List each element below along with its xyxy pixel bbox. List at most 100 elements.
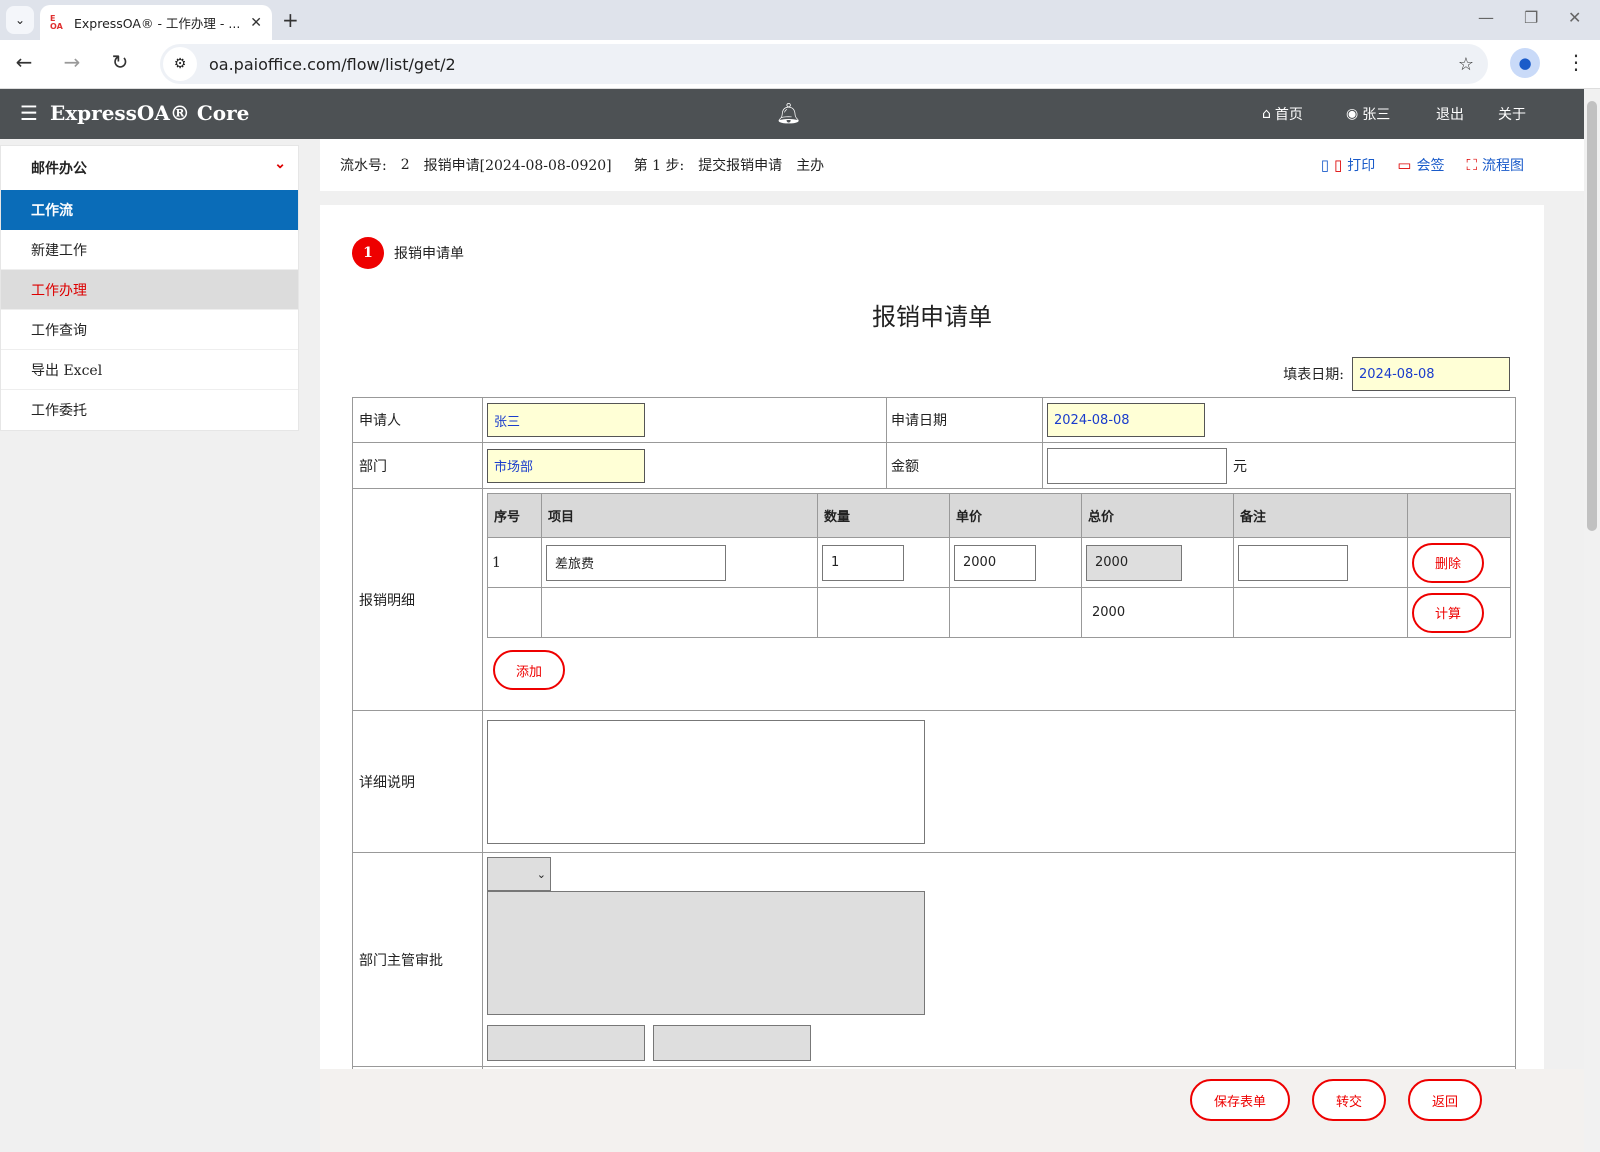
sidebar: 邮件办公 ⌄ 工作流 新建工作 工作办理 工作查询 导出 Excel 工作委托 [0,139,320,1152]
home-icon: ⌂ [1262,106,1271,122]
flowchart-icon: ⛶ [1466,156,1477,174]
approve-date-field [653,1025,811,1061]
col-header-no: 序号 [487,493,542,538]
step-title: 报销申请单 [394,246,464,262]
print-button[interactable]: ▯ ▯ 打印 [1321,155,1376,175]
content-area: 流水号: 2 报销申请[2024-08-08-0920] 第 1 步: 提交报销… [320,139,1584,1152]
nav-logout[interactable]: 退出 [1436,104,1464,124]
nav-home[interactable]: ⌂ 首页 [1262,104,1303,124]
detail-table: 序号 项目 数量 单价 总价 备注 1 差旅费 1 2000 2000 删除 2… [487,493,1511,638]
bookmark-star-icon[interactable]: ☆ [1458,54,1474,75]
back-arrow-icon[interactable]: ← [10,50,38,74]
close-window-icon[interactable]: ✕ [1568,8,1581,27]
role-label: 主办 [796,158,825,174]
sidebar-item-export-excel[interactable]: 导出 Excel [1,350,298,390]
qty-input[interactable]: 1 [822,544,904,581]
chevron-down-icon: ⌄ [14,13,26,27]
col-header-total: 总价 [1081,493,1234,538]
sidebar-item-query-work[interactable]: 工作查询 [1,310,298,350]
sidebar-menu: 邮件办公 ⌄ 工作流 新建工作 工作办理 工作查询 导出 Excel 工作委托 [0,145,299,431]
add-row-button[interactable]: 添加 [493,650,565,690]
dept-input[interactable]: 市场部 [487,448,645,483]
close-tab-icon[interactable]: ✕ [250,15,262,31]
browser-address-bar: ← → ↻ ⚙ oa.paioffice.com/flow/list/get/2… [0,40,1600,89]
form-table: 申请人 张三 申请日期 2024-08-08 部门 市场部 金额 元 报销明细 [352,397,1516,1110]
detail-label: 报销明细 [352,488,483,711]
form-title: 报销申请单 [872,303,992,331]
sum-row: 2000 计算 [487,587,1511,638]
fill-date-row: 填表日期: 2024-08-08 [1283,357,1510,391]
row-no: 1 [487,537,542,588]
url-text[interactable]: oa.paioffice.com/flow/list/get/2 [209,55,456,74]
approval-label: 部门主管审批 [352,852,483,1067]
bell-icon[interactable]: 🔔︎ [776,101,801,125]
price-input[interactable]: 2000 [954,544,1036,581]
amount-input[interactable] [1047,447,1227,484]
reload-icon[interactable]: ↻ [106,50,134,74]
tab-search-button[interactable]: ⌄ [6,6,34,34]
browser-tab[interactable]: E OA ExpressOA® - 工作办理 - ... ✕ [40,5,272,40]
col-header-qty: 数量 [817,493,950,538]
sidebar-item-workflow[interactable]: 工作流 [1,190,298,230]
step-label: 第 1 步: [633,158,685,174]
sidebar-item-handle-work[interactable]: 工作办理 [1,270,298,310]
approver-field [487,1025,645,1061]
apply-date-input[interactable]: 2024-08-08 [1047,403,1205,437]
chevron-down-icon: ⌄ [274,156,286,172]
serial-value: 2 [400,157,410,173]
flowchart-button[interactable]: ⛶ 流程图 [1466,155,1524,175]
footer-buttons: 保存表单 转交 返回 [1190,1079,1482,1121]
fill-date-input[interactable]: 2024-08-08 [1352,357,1510,391]
new-tab-button[interactable]: + [282,8,299,32]
item-input[interactable]: 差旅费 [546,544,726,581]
brand-logo: ExpressOA® Core [50,101,250,125]
col-header-price: 单价 [949,493,1082,538]
expressoa-favicon-icon: E OA [50,13,63,31]
calc-button[interactable]: 计算 [1412,592,1484,633]
back-button[interactable]: 返回 [1408,1079,1482,1121]
menu-kebab-icon[interactable]: ⋮ [1566,50,1586,74]
amount-label: 金额 [886,442,1043,489]
user-circle-icon: ◉ [1346,106,1359,122]
col-header-remark: 备注 [1233,493,1408,538]
apply-date-label: 申请日期 [886,397,1043,443]
applicant-input[interactable]: 张三 [487,403,645,437]
delete-row-button[interactable]: 删除 [1412,542,1484,583]
nav-home-label: 首页 [1274,107,1303,123]
hamburger-menu-icon[interactable]: ☰ [20,101,38,125]
countersign-button[interactable]: ▭ 会签 [1397,155,1444,175]
sidebar-item-new-work[interactable]: 新建工作 [1,230,298,270]
desc-textarea[interactable] [487,719,925,844]
serial-label: 流水号: [340,158,387,174]
form-footer: 保存表单 转交 返回 [320,1069,1584,1152]
minimize-icon[interactable]: — [1478,8,1494,27]
step-number-badge: 1 [352,237,384,269]
comment-icon: ▭ [1397,156,1412,174]
step-indicator: 1 报销申请单 [352,237,464,269]
nav-user[interactable]: ◉ 张三 [1346,104,1390,124]
word-icon: ▯ [1320,156,1330,174]
profile-avatar-icon[interactable]: ● [1510,48,1540,78]
approval-select[interactable]: ⌄ [487,857,551,891]
col-header-action [1407,493,1511,538]
col-header-item: 项目 [541,493,818,538]
nav-user-label: 张三 [1362,107,1391,123]
transfer-button[interactable]: 转交 [1312,1079,1386,1121]
omnibox[interactable]: ⚙ oa.paioffice.com/flow/list/get/2 ☆ [160,44,1488,84]
chevron-down-icon: ⌄ [536,867,546,881]
page-scrollbar[interactable] [1584,89,1600,1152]
site-info-icon[interactable]: ⚙ [163,47,197,81]
tab-title: ExpressOA® - 工作办理 - ... [74,16,241,31]
restore-icon[interactable]: ❐ [1524,8,1538,27]
approval-textarea[interactable] [487,891,925,1015]
dept-label: 部门 [352,442,483,489]
forward-arrow-icon[interactable]: → [58,50,86,74]
sidebar-item-delegate[interactable]: 工作委托 [1,390,298,430]
save-form-button[interactable]: 保存表单 [1190,1079,1290,1121]
scrollbar-thumb[interactable] [1587,101,1597,531]
toolbar: ▯ ▯ 打印 ▭ 会签 ⛶ 流程图 [1321,155,1524,175]
nav-about[interactable]: 关于 [1498,104,1526,124]
sidebar-group-mail[interactable]: 邮件办公 ⌄ [1,146,298,190]
remark-input[interactable] [1238,544,1348,581]
pdf-icon: ▯ [1334,156,1343,174]
